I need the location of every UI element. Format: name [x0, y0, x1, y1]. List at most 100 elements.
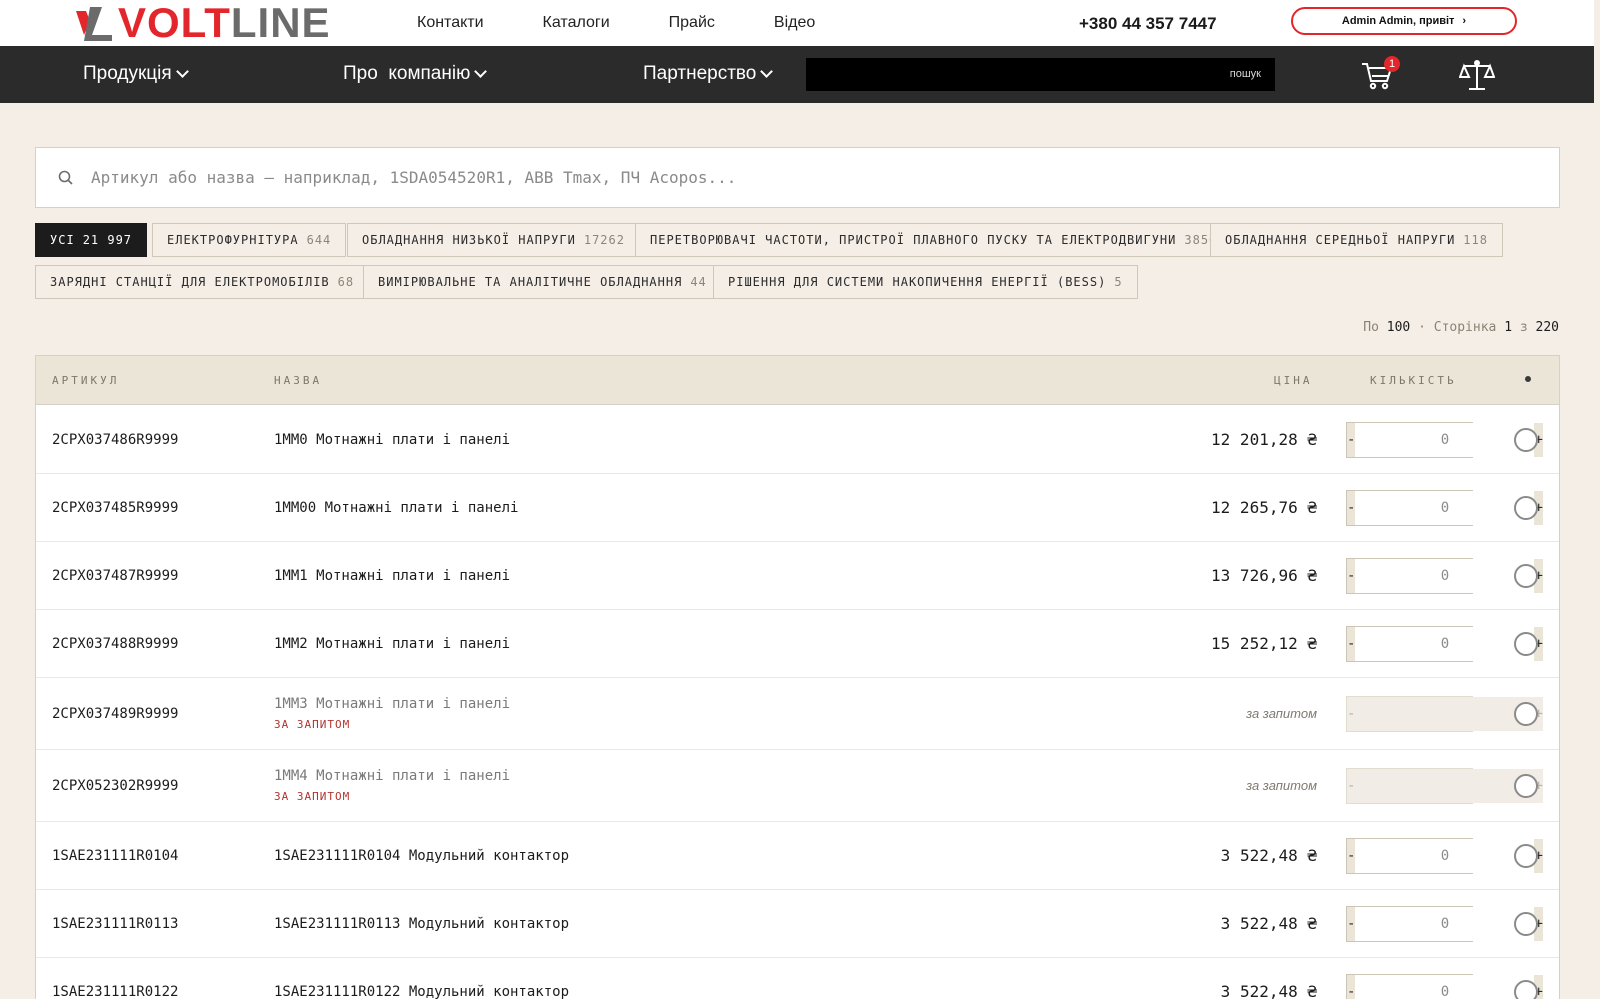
quantity-input[interactable]	[1355, 491, 1535, 525]
quantity-input[interactable]	[1355, 839, 1535, 873]
compare-button[interactable]	[1458, 58, 1496, 92]
row-price: 13 726,96 ₴	[1211, 566, 1317, 585]
on-request-tag: ЗА ЗАПИТОМ	[274, 718, 351, 731]
chip-all[interactable]: УСІ 21 997	[35, 223, 148, 257]
quantity-stepper: - +	[1346, 768, 1543, 804]
row-select-radio[interactable]	[1514, 564, 1538, 588]
row-name-text: 1MM00 Мотнажні плати і панелі	[274, 500, 519, 516]
chevron-right-icon: ›	[1462, 15, 1467, 27]
nav-partnership[interactable]: Партнерство	[643, 63, 774, 85]
header-name[interactable]: НАЗВА	[274, 374, 322, 387]
decrement-button[interactable]: -	[1347, 975, 1356, 999]
chip-drives[interactable]: ПЕРЕТВОРЮВАЧІ ЧАСТОТИ, ПРИСТРОЇ ПЛАВНОГО…	[635, 223, 1233, 257]
chip-measuring[interactable]: ВИМІРЮВАЛЬНЕ ТА АНАЛІТИЧНЕ ОБЛАДНАННЯ 44	[363, 265, 722, 299]
cart-count-badge: 1	[1384, 56, 1400, 72]
link-contacts[interactable]: Контакти	[417, 14, 484, 32]
table-row: 1SAE231111R0104 1SAE231111R0104 Модульни…	[36, 822, 1559, 890]
quantity-stepper: - +	[1346, 490, 1543, 526]
header-search: пошук	[806, 58, 1275, 91]
decrement-button[interactable]: -	[1347, 559, 1356, 593]
quantity-stepper: - +	[1346, 626, 1543, 662]
quantity-input	[1355, 697, 1535, 731]
quantity-input[interactable]	[1355, 559, 1535, 593]
row-name[interactable]: 1MM1 Мотнажні плати і панелі	[274, 568, 510, 584]
row-name[interactable]: 1SAE231111R0113 Модульний контактор	[274, 916, 569, 932]
nav-products[interactable]: Продукція	[83, 63, 189, 85]
row-select-radio[interactable]	[1514, 496, 1538, 520]
nav-about[interactable]: Про компанію	[343, 63, 488, 85]
chip-medium-voltage[interactable]: ОБЛАДНАННЯ СЕРЕДНЬОЇ НАПРУГИ 118	[1210, 223, 1503, 257]
chip-label: ОБЛАДНАННЯ НИЗЬКОЇ НАПРУГИ	[362, 233, 576, 247]
per-page-value[interactable]: 100	[1387, 320, 1410, 335]
row-select-radio[interactable]	[1514, 980, 1538, 999]
quantity-input[interactable]	[1355, 627, 1535, 661]
header-search-button[interactable]: пошук	[1230, 68, 1261, 80]
chip-count: 5	[1114, 275, 1123, 289]
decrement-button[interactable]: -	[1347, 423, 1356, 457]
scales-icon	[1458, 60, 1496, 90]
chip-bess[interactable]: РІШЕННЯ ДЛЯ СИСТЕМИ НАКОПИЧЕННЯ ЕНЕРГІЇ …	[713, 265, 1138, 299]
row-select-radio[interactable]	[1514, 428, 1538, 452]
table-row: 1SAE231111R0113 1SAE231111R0113 Модульни…	[36, 890, 1559, 958]
table-row: 2CPX037485R9999 1MM00 Мотнажні плати і п…	[36, 474, 1559, 542]
header-search-input[interactable]	[806, 58, 1275, 91]
table-header: АРТИКУЛ НАЗВА ЦІНА КІЛЬКІСТЬ	[36, 356, 1559, 405]
row-name[interactable]: 1SAE231111R0122 Модульний контактор	[274, 984, 569, 999]
chevron-down-icon	[760, 64, 774, 78]
row-name-text: 1MM2 Мотнажні плати і панелі	[274, 636, 511, 652]
user-menu-button[interactable]: Admin Admin, привіт ›	[1291, 7, 1517, 35]
row-sku[interactable]: 2CPX037488R9999	[52, 636, 178, 652]
link-catalogs[interactable]: Каталоги	[543, 14, 610, 32]
row-sku[interactable]: 1SAE231111R0104	[52, 848, 178, 864]
row-sku[interactable]: 1SAE231111R0113	[52, 916, 178, 932]
row-name[interactable]: 1MM00 Мотнажні плати і панелі	[274, 500, 518, 516]
row-select-radio[interactable]	[1514, 632, 1538, 656]
header-price[interactable]: ЦІНА	[1274, 374, 1313, 387]
link-video[interactable]: Відео	[774, 14, 815, 32]
chip-ev-chargers[interactable]: ЗАРЯДНІ СТАНЦІЇ ДЛЯ ЕЛЕКТРОМОБІЛІВ 68	[35, 265, 370, 299]
row-name[interactable]: 1MM2 Мотнажні плати і панелі	[274, 636, 510, 652]
chip-count: 68	[337, 275, 355, 289]
decrement-button[interactable]: -	[1347, 907, 1356, 941]
row-price: 3 522,48 ₴	[1220, 982, 1317, 999]
row-select-radio[interactable]	[1514, 702, 1538, 726]
row-sku[interactable]: 2CPX052302R9999	[52, 778, 178, 794]
row-sku[interactable]: 1SAE231111R0122	[52, 984, 178, 999]
table-row: 2CPX037488R9999 1MM2 Мотнажні плати і па…	[36, 610, 1559, 678]
row-sku[interactable]: 2CPX037487R9999	[52, 568, 178, 584]
phone-number[interactable]: +380 44 357 7447	[1079, 14, 1217, 34]
chip-electrofittings[interactable]: ЕЛЕКТРОФУРНІТУРА 644	[152, 223, 347, 257]
quantity-input[interactable]	[1355, 423, 1535, 457]
row-name[interactable]: 1MM0 Мотнажні плати і панелі	[274, 432, 510, 448]
header-sku[interactable]: АРТИКУЛ	[52, 374, 119, 387]
chip-label: ЕЛЕКТРОФУРНІТУРА	[167, 233, 299, 247]
voltline-logo[interactable]: VOLTLINE	[76, 2, 331, 44]
row-sku[interactable]: 2CPX037486R9999	[52, 432, 178, 448]
logo-volt-text: VOLT	[118, 0, 231, 46]
decrement-button[interactable]: -	[1347, 627, 1356, 661]
row-select-radio[interactable]	[1514, 912, 1538, 936]
chip-low-voltage[interactable]: ОБЛАДНАННЯ НИЗЬКОЇ НАПРУГИ 17262	[347, 223, 640, 257]
link-price[interactable]: Прайс	[669, 14, 715, 32]
cart-button[interactable]: 1	[1360, 56, 1400, 92]
quantity-stepper: - +	[1346, 558, 1543, 594]
decrement-button[interactable]: -	[1347, 491, 1356, 525]
table-row: 2CPX037489R9999 1MM3 Мотнажні плати і па…	[36, 678, 1559, 750]
quantity-input[interactable]	[1355, 907, 1535, 941]
row-select-radio[interactable]	[1514, 844, 1538, 868]
row-sku[interactable]: 2CPX037489R9999	[52, 706, 178, 722]
decrement-button[interactable]: -	[1347, 839, 1356, 873]
row-name[interactable]: 1SAE231111R0104 Модульний контактор	[274, 848, 569, 864]
quantity-input[interactable]	[1355, 975, 1535, 999]
total-pages[interactable]: 220	[1536, 320, 1559, 335]
product-search-input[interactable]	[75, 148, 1559, 207]
chip-count: 44	[690, 275, 707, 289]
row-name[interactable]: 1MM4 Мотнажні плати і панелі ЗА ЗАПИТОМ	[274, 768, 510, 803]
nav-about-label: Про компанію	[343, 63, 471, 84]
row-sku[interactable]: 2CPX037485R9999	[52, 500, 178, 516]
row-name-text: 1MM3 Мотнажні плати і панелі	[274, 696, 511, 712]
row-select-radio[interactable]	[1514, 774, 1538, 798]
quantity-input	[1355, 769, 1535, 803]
row-name-text: 1SAE231111R0113 Модульний контактор	[274, 916, 570, 932]
row-name[interactable]: 1MM3 Мотнажні плати і панелі ЗА ЗАПИТОМ	[274, 696, 510, 731]
